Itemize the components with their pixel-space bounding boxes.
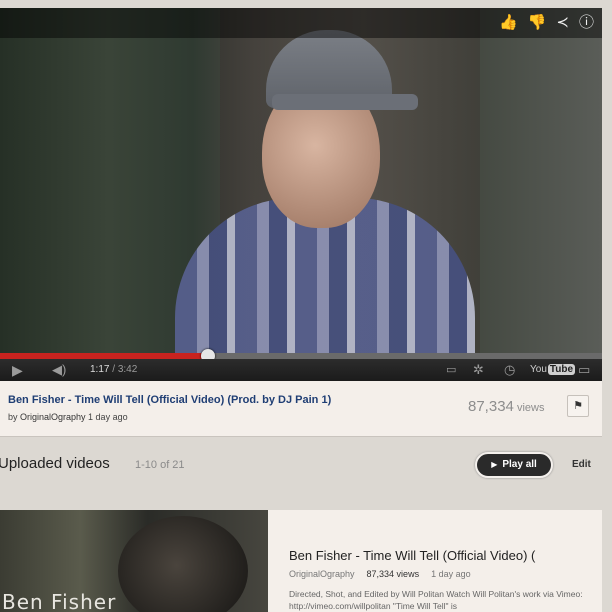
list-item-title[interactable]: Ben Fisher - Time Will Tell (Official Vi… [289, 548, 535, 563]
view-count-number: 87,334 [468, 398, 514, 415]
thumbnail-text: Ben Fisher [2, 590, 117, 612]
fullscreen-icon[interactable]: ▭ [578, 361, 590, 379]
settings-gear-icon[interactable]: ✲ [473, 361, 484, 379]
play-button[interactable]: ▶ [12, 361, 23, 379]
view-count-label: views [513, 402, 545, 414]
video-title[interactable]: Ben Fisher - Time Will Tell (Official Vi… [8, 394, 331, 406]
upload-age: 1 day ago [85, 412, 128, 422]
time-separator: / [109, 364, 118, 375]
view-count: 87,334 views [468, 398, 544, 415]
byline-prefix: by [8, 412, 21, 422]
flag-icon: ⚑ [573, 400, 583, 412]
uploaded-videos-heading: Uploaded videos [0, 455, 110, 472]
uploaded-videos-count: 1-10 of 21 [135, 459, 185, 471]
volume-icon[interactable]: ◀) [52, 361, 66, 379]
flag-button[interactable]: ⚑ [567, 395, 589, 417]
time-display: 1:17 / 3:42 [90, 364, 137, 376]
channel-link[interactable]: OriginalOgraphy [20, 412, 86, 422]
play-all-button[interactable]: ▶ Play all [475, 452, 553, 478]
duration: 3:42 [117, 364, 138, 375]
player-top-bar: 👍 👎 ≺ ⓘ [0, 8, 602, 38]
video-byline: by OriginalOgraphy 1 day ago [8, 412, 128, 422]
youtube-logo-tube: Tube [547, 364, 576, 375]
play-all-label: Play all [502, 459, 537, 470]
video-info-card: Ben Fisher - Time Will Tell (Official Vi… [0, 381, 602, 437]
captions-icon[interactable]: ▭ [446, 361, 456, 379]
share-icon[interactable]: ≺ [556, 13, 569, 33]
youtube-logo[interactable]: You Tube [530, 364, 576, 376]
current-time: 1:17 [90, 364, 110, 375]
thumbnail-subject [118, 516, 248, 612]
list-item[interactable]: Ben Fisher Ben Fisher - Time Will Tell (… [0, 510, 602, 612]
like-icon[interactable]: 👍 [499, 13, 518, 33]
video-subject-cap-brim [272, 94, 418, 110]
video-frame[interactable] [0, 8, 602, 358]
edit-link[interactable]: Edit [572, 459, 591, 470]
play-all-icon: ▶ [491, 460, 498, 469]
youtube-logo-you: You [530, 364, 547, 375]
player-top-actions: 👍 👎 ≺ ⓘ [499, 13, 594, 33]
list-item-channel[interactable]: OriginalOgraphy [289, 569, 355, 579]
info-icon[interactable]: ⓘ [579, 13, 594, 33]
video-thumbnail[interactable]: Ben Fisher [0, 510, 268, 612]
list-item-description: Directed, Shot, and Edited by Will Polit… [289, 589, 583, 611]
video-player[interactable]: 👍 👎 ≺ ⓘ ▶ ◀) 1:17 / 3:42 ▭ ✲ ◷ You Tube ▭ [0, 8, 602, 381]
dislike-icon[interactable]: 👎 [528, 13, 547, 33]
list-item-age: 1 day ago [431, 569, 471, 579]
list-item-meta: OriginalOgraphy 87,334 views 1 day ago [289, 569, 471, 579]
player-controls: ▶ ◀) 1:17 / 3:42 ▭ ✲ ◷ You Tube ▭ [0, 359, 602, 381]
list-item-views: 87,334 views [366, 569, 420, 579]
watch-later-clock-icon[interactable]: ◷ [504, 361, 515, 379]
